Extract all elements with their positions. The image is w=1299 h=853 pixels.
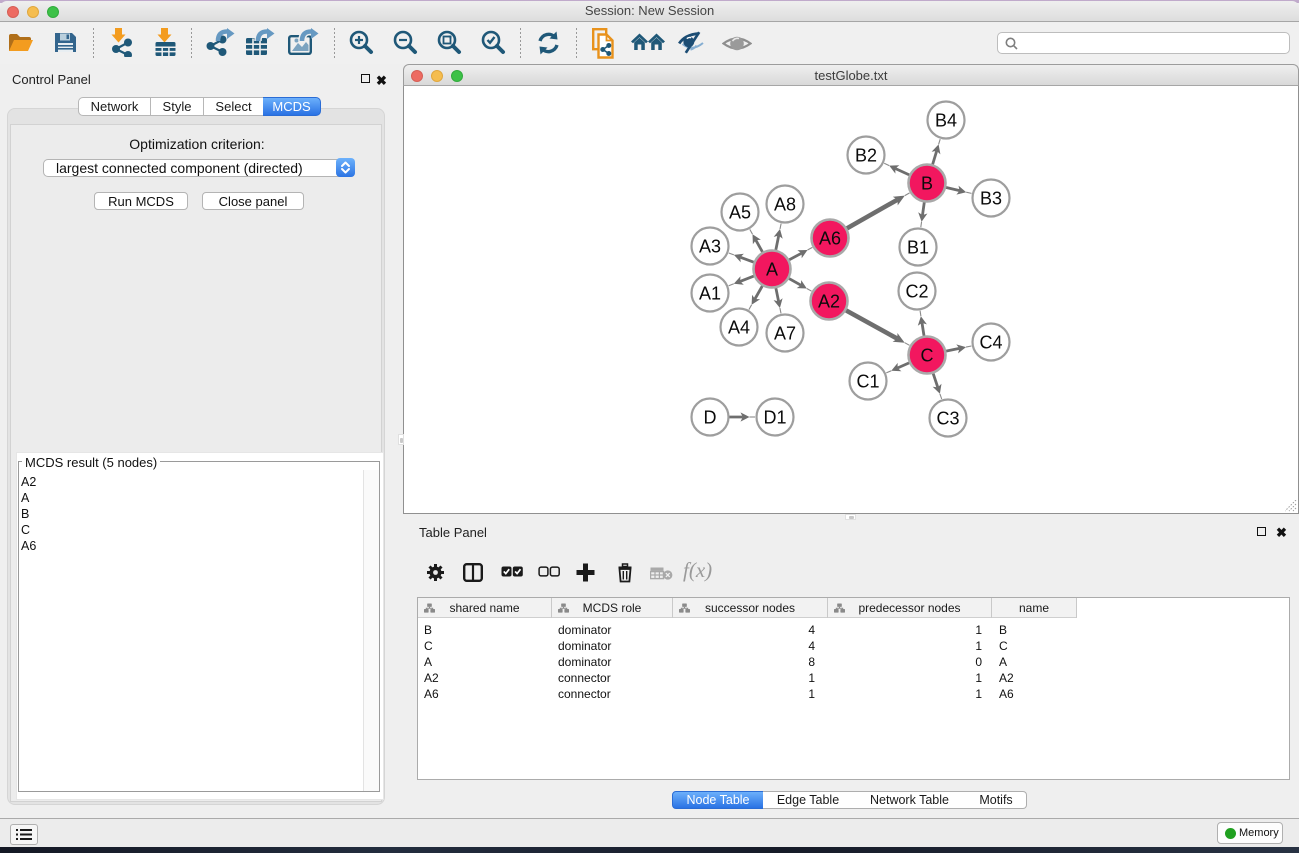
svg-text:A5: A5 (729, 203, 751, 223)
svg-text:C2: C2 (905, 282, 928, 302)
svg-text:D: D (704, 408, 717, 428)
svg-text:A6: A6 (819, 229, 841, 249)
svg-text:B: B (921, 174, 933, 194)
svg-text:B4: B4 (935, 111, 957, 131)
svg-text:C1: C1 (856, 372, 879, 392)
svg-text:A3: A3 (699, 237, 721, 257)
svg-text:A4: A4 (728, 318, 750, 338)
svg-text:A8: A8 (774, 195, 796, 215)
svg-text:B1: B1 (907, 238, 929, 258)
svg-text:C: C (921, 346, 934, 366)
svg-text:B2: B2 (855, 146, 877, 166)
svg-text:A2: A2 (818, 292, 840, 312)
svg-text:C4: C4 (979, 333, 1002, 353)
svg-text:A7: A7 (774, 324, 796, 344)
svg-text:C3: C3 (936, 409, 959, 429)
svg-text:B3: B3 (980, 189, 1002, 209)
svg-text:D1: D1 (763, 408, 786, 428)
svg-text:A: A (766, 260, 778, 280)
svg-text:A1: A1 (699, 284, 721, 304)
